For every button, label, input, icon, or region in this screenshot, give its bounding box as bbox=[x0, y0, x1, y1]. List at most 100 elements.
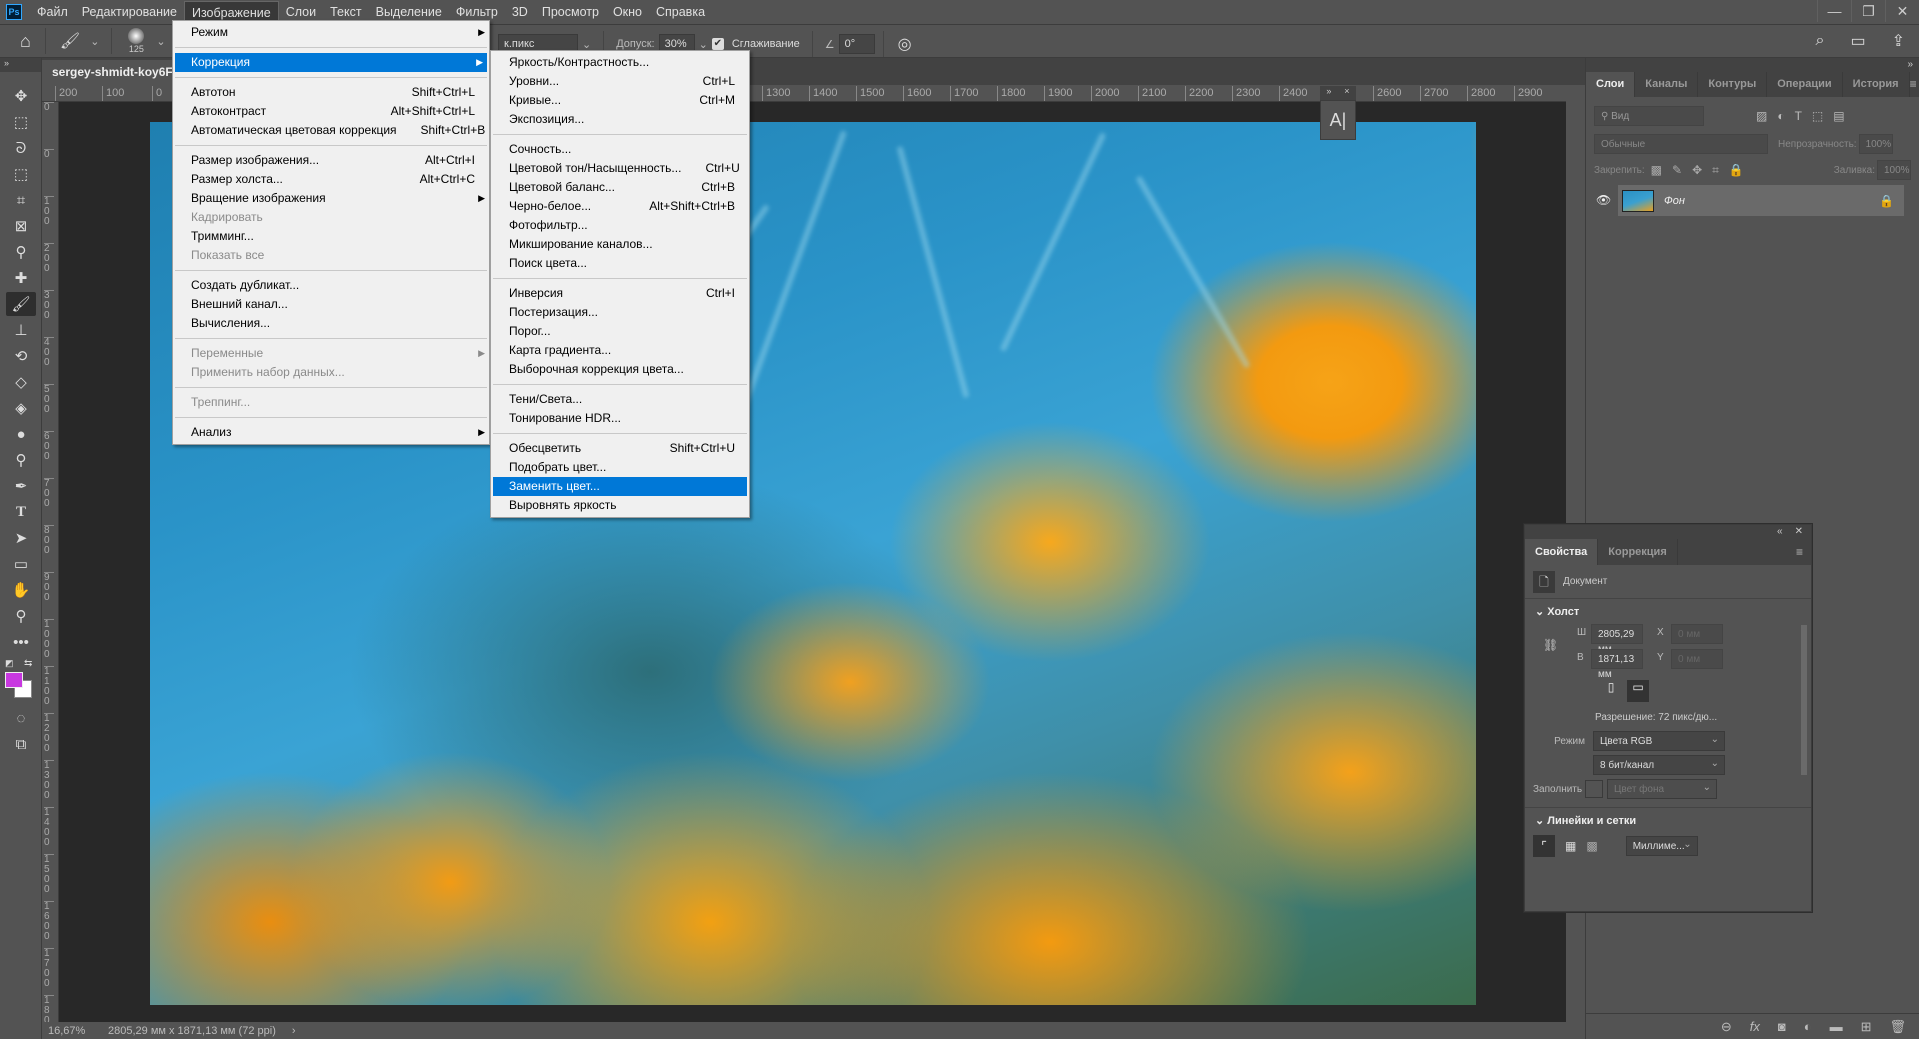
stamp-tool-icon[interactable]: ⊥ bbox=[6, 318, 36, 342]
new-group-icon[interactable]: ▬ bbox=[1830, 1019, 1843, 1034]
pressure-icon[interactable]: ◎ bbox=[892, 34, 918, 54]
tab-channels[interactable]: Каналы bbox=[1635, 72, 1699, 97]
rulers-toggle-icon[interactable]: ⌜ bbox=[1533, 835, 1555, 857]
close-icon[interactable]: × bbox=[1344, 86, 1349, 100]
menu-1[interactable]: Редактирование bbox=[75, 1, 184, 23]
menu-item[interactable]: Создать дубликат... bbox=[173, 276, 489, 295]
tab-paths[interactable]: Контуры bbox=[1698, 72, 1768, 97]
menu-item[interactable]: Внешний канал... bbox=[173, 295, 489, 314]
x-input[interactable]: 0 мм bbox=[1671, 624, 1723, 644]
opacity-input[interactable]: 100% bbox=[1858, 134, 1893, 154]
chevron-down-icon[interactable]: ⌄ bbox=[582, 38, 591, 51]
eraser-tool-icon[interactable]: ◇ bbox=[6, 370, 36, 394]
zoom-level[interactable]: 16,67% bbox=[48, 1025, 96, 1037]
rectangle-tool-icon[interactable]: ▭ bbox=[6, 552, 36, 576]
units-select[interactable]: Миллиме... bbox=[1625, 836, 1698, 856]
layer-row[interactable]: 👁 Фон 🔒 bbox=[1586, 185, 1919, 218]
hand-tool-icon[interactable]: ✋ bbox=[6, 578, 36, 602]
menu-7[interactable]: 3D bbox=[505, 1, 535, 23]
workspace-icon[interactable]: ▭ bbox=[1844, 31, 1871, 51]
add-mask-icon[interactable]: ◙ bbox=[1778, 1019, 1786, 1034]
menu-0[interactable]: Файл bbox=[30, 1, 75, 23]
type-tool-icon[interactable]: T bbox=[6, 500, 36, 524]
share-icon[interactable]: ⇪ bbox=[1886, 31, 1911, 51]
chevron-down-icon[interactable]: ⌄ bbox=[90, 35, 99, 48]
minimize-button[interactable]: — bbox=[1817, 0, 1851, 22]
adjustment-layer-icon[interactable]: ◐ bbox=[1804, 1019, 1812, 1034]
eye-icon[interactable]: 👁 bbox=[1596, 193, 1611, 207]
history-brush-tool-icon[interactable]: ⟲ bbox=[6, 344, 36, 368]
color-replacement-tool-icon[interactable]: 🖌 bbox=[6, 292, 36, 316]
tab-layers[interactable]: Слои bbox=[1586, 72, 1636, 97]
menu-item[interactable]: Кривые... Ctrl+M bbox=[491, 91, 749, 110]
delete-layer-icon[interactable]: 🗑 bbox=[1889, 1019, 1906, 1035]
tab-history[interactable]: История bbox=[1843, 72, 1910, 97]
restore-button[interactable]: ❐ bbox=[1851, 0, 1885, 22]
blur-tool-icon[interactable]: ● bbox=[6, 422, 36, 446]
dodge-tool-icon[interactable]: ⚲ bbox=[6, 448, 36, 472]
menu-item[interactable]: Размер изображения... Alt+Ctrl+I bbox=[173, 151, 489, 170]
layer-filter-icons[interactable]: ▨◐T⬚▤ bbox=[1756, 109, 1855, 123]
height-input[interactable]: 1871,13 мм bbox=[1591, 649, 1643, 680]
antialias-checkbox[interactable]: ✔ bbox=[711, 38, 724, 50]
menu-item[interactable]: Сочность... bbox=[491, 140, 749, 159]
tab-adjustments[interactable]: Коррекция bbox=[1598, 539, 1678, 565]
menu-item[interactable]: Черно-белое... Alt+Shift+Ctrl+B bbox=[491, 197, 749, 216]
guides-toggle-icon[interactable]: ▩ bbox=[1586, 839, 1597, 853]
menu-item[interactable]: Тонирование HDR... bbox=[491, 409, 749, 428]
rulers-grids-section-header[interactable]: ⌄ Линейки и сетки bbox=[1525, 807, 1811, 833]
menu-item[interactable]: Цветовой тон/Насыщенность... Ctrl+U bbox=[491, 159, 749, 178]
paint-bucket-tool-icon[interactable]: ◈ bbox=[6, 396, 36, 420]
properties-panel-header[interactable]: «✕ bbox=[1525, 525, 1811, 539]
menu-item[interactable]: Цветовой баланс... Ctrl+B bbox=[491, 178, 749, 197]
menu-item[interactable]: Автоматическая цветовая коррекция Shift+C… bbox=[173, 121, 489, 140]
menu-item[interactable]: Яркость/Контрастность... bbox=[491, 53, 749, 72]
crop-tool-icon[interactable]: ⌗ bbox=[6, 188, 36, 212]
layer-filter-select[interactable]: ⚲ Вид bbox=[1594, 106, 1704, 126]
more-tools-icon[interactable]: ••• bbox=[6, 630, 36, 654]
portrait-orientation-icon[interactable]: ▯ bbox=[1601, 680, 1621, 702]
layer-name[interactable]: Фон bbox=[1664, 195, 1685, 207]
color-mode-select[interactable]: Цвета RGB bbox=[1593, 731, 1725, 751]
quick-mask-icon[interactable]: ◌ bbox=[6, 706, 36, 730]
marquee-tool-icon[interactable]: ⬚ bbox=[6, 110, 36, 134]
angle-input[interactable]: 0° bbox=[838, 34, 875, 54]
menu-item[interactable]: Карта градиента... bbox=[491, 341, 749, 360]
frame-tool-icon[interactable]: ⊠ bbox=[6, 214, 36, 238]
collapse-icon[interactable]: « bbox=[1777, 525, 1783, 539]
menu-9[interactable]: Окно bbox=[606, 1, 649, 23]
default-colors-icon[interactable]: ◩ bbox=[5, 658, 14, 669]
menu-item[interactable]: Подобрать цвет... bbox=[491, 458, 749, 477]
menu-item[interactable]: Фотофильтр... bbox=[491, 216, 749, 235]
status-arrow-icon[interactable]: › bbox=[292, 1025, 296, 1037]
chevron-down-icon[interactable]: ⌄ bbox=[156, 35, 165, 48]
menu-item[interactable]: Анализ ▶ bbox=[173, 423, 489, 442]
zoom-tool-icon[interactable]: ⚲ bbox=[6, 604, 36, 628]
menu-item[interactable]: Вычисления... bbox=[173, 314, 489, 333]
chevron-down-icon[interactable]: ⌄ bbox=[699, 38, 708, 51]
blend-mode-select[interactable]: Обычные bbox=[1594, 134, 1768, 154]
menu-item[interactable]: Режим ▶ bbox=[173, 23, 489, 42]
menu-item[interactable]: Выровнять яркость bbox=[491, 496, 749, 515]
menu-10[interactable]: Справка bbox=[649, 1, 712, 23]
new-layer-icon[interactable]: ⊞ bbox=[1861, 1019, 1872, 1035]
document-tab[interactable]: sergey-shmidt-koy6FlCCytE-unsplash bbox=[42, 60, 172, 85]
foreground-color-swatch[interactable] bbox=[5, 672, 23, 688]
pen-tool-icon[interactable]: ✒ bbox=[6, 474, 36, 498]
landscape-orientation-icon[interactable]: ▭ bbox=[1627, 680, 1649, 702]
menu-item[interactable]: Вращение изображения ▶ bbox=[173, 189, 489, 208]
home-icon[interactable]: ⌂ bbox=[14, 31, 37, 52]
menu-item[interactable]: Выборочная коррекция цвета... bbox=[491, 360, 749, 379]
menu-item[interactable]: Уровни... Ctrl+L bbox=[491, 72, 749, 91]
menu-8[interactable]: Просмотр bbox=[535, 1, 606, 23]
character-panel-button[interactable]: A| bbox=[1320, 100, 1356, 140]
bit-depth-select[interactable]: 8 бит/канал bbox=[1593, 755, 1725, 775]
menu-item[interactable]: Экспозиция... bbox=[491, 110, 749, 129]
properties-scrollbar[interactable] bbox=[1799, 613, 1809, 883]
close-button[interactable]: ✕ bbox=[1885, 0, 1919, 22]
canvas-section-header[interactable]: ⌄ Холст bbox=[1525, 599, 1811, 624]
fill-select[interactable]: Цвет фона bbox=[1607, 779, 1717, 799]
tab-properties[interactable]: Свойства bbox=[1525, 539, 1599, 565]
fx-icon[interactable]: fx bbox=[1750, 1019, 1760, 1034]
panel-menu-icon[interactable]: ≡ bbox=[1678, 539, 1811, 565]
